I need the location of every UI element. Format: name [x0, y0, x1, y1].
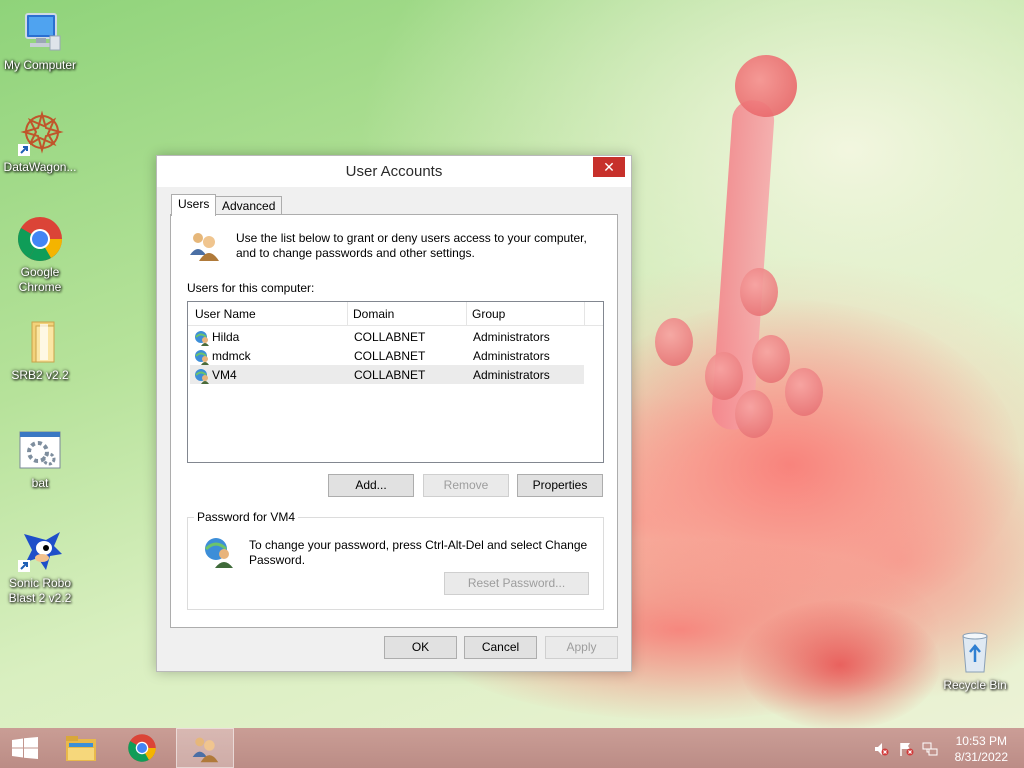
recycle-bin-icon [951, 628, 999, 676]
desktop-icon-recycle-bin[interactable]: Recycle Bin [935, 628, 1015, 693]
wallpaper-anther [655, 318, 693, 366]
dialog-title: User Accounts [345, 163, 443, 180]
password-group-legend: Password for VM4 [194, 510, 299, 524]
volume-muted-icon[interactable] [873, 741, 889, 757]
wallpaper-stigma [735, 55, 797, 117]
column-separator[interactable] [347, 302, 348, 326]
properties-button[interactable]: Properties [517, 474, 603, 497]
column-separator[interactable] [466, 302, 467, 326]
user-icon [194, 349, 210, 365]
column-separator[interactable] [584, 302, 585, 326]
tab-users[interactable]: Users [171, 194, 217, 216]
intro-text: Use the list below to grant or deny user… [236, 231, 587, 260]
desktop-icon-google-chrome[interactable]: Google Chrome [0, 215, 80, 295]
datawagon-icon [16, 110, 64, 158]
taskbar-clock[interactable]: 10:53 PM 8/31/2022 [955, 733, 1008, 765]
desktop-icon-bat[interactable]: bat [0, 426, 80, 491]
batch-file-icon [16, 426, 64, 474]
desktop-icon-label: Recycle Bin [943, 678, 1007, 692]
users-tab-panel: Use the list below to grant or deny user… [170, 214, 618, 628]
cell-group: Administrators [473, 330, 550, 344]
close-button[interactable]: ✕ [593, 157, 625, 177]
cell-group: Administrators [473, 349, 550, 363]
user-icon [194, 368, 210, 384]
password-help-text: To change your password, press Ctrl-Alt-… [249, 538, 588, 567]
users-list-header: User Name Domain Group [188, 302, 603, 326]
windows-start-icon [12, 737, 38, 762]
clock-time: 10:53 PM [955, 734, 1007, 748]
computer-icon [16, 8, 64, 56]
column-header-domain[interactable]: Domain [353, 307, 394, 321]
desktop-icon-label: bat [31, 476, 49, 490]
user-accounts-dialog: User Accounts ✕ Users Advanced Use the l… [156, 155, 632, 672]
table-row-selected[interactable]: VM4 COLLABNET Administrators [190, 365, 584, 384]
desktop-icon-label: Sonic Robo Blast 2 v2.2 [8, 576, 72, 605]
action-center-flag-icon[interactable] [898, 741, 914, 757]
chrome-icon [16, 215, 64, 263]
cancel-button[interactable]: Cancel [464, 636, 537, 659]
apply-button[interactable]: Apply [545, 636, 618, 659]
taskbar-file-explorer[interactable] [52, 728, 110, 768]
column-header-group[interactable]: Group [472, 307, 505, 321]
users-list-label: Users for this computer: [187, 281, 315, 295]
cell-user-name: Hilda [212, 330, 240, 344]
desktop-icon-sonic-robo-blast[interactable]: Sonic Robo Blast 2 v2.2 [0, 526, 80, 606]
file-explorer-icon [65, 734, 97, 765]
table-row[interactable]: Hilda COLLABNET Administrators [190, 327, 584, 346]
user-key-icon [202, 536, 234, 568]
start-button[interactable] [0, 728, 58, 768]
user-accounts-icon [190, 734, 220, 767]
cell-domain: COLLABNET [354, 368, 426, 382]
clock-date: 8/31/2022 [954, 750, 1008, 764]
close-icon: ✕ [603, 159, 615, 175]
cell-group: Administrators [473, 368, 550, 382]
users-list[interactable]: User Name Domain Group Hilda COLLABNET A… [187, 301, 604, 463]
network-icon[interactable] [922, 741, 938, 757]
wallpaper-anther [740, 268, 778, 316]
add-button[interactable]: Add... [328, 474, 414, 497]
desktop-icon-my-computer[interactable]: My Computer [0, 8, 80, 73]
desktop-icon-label: SRB2 v2.2 [11, 368, 69, 382]
users-group-icon [187, 229, 221, 263]
cell-user-name: VM4 [212, 368, 237, 382]
cell-domain: COLLABNET [354, 349, 426, 363]
desktop-icon-label: DataWagon... [3, 160, 77, 174]
column-header-user-name[interactable]: User Name [195, 307, 256, 321]
ok-button[interactable]: OK [384, 636, 457, 659]
remove-button[interactable]: Remove [423, 474, 509, 497]
password-groupbox: Password for VM4 To change your password… [187, 510, 604, 610]
desktop-icon-label: Google Chrome [18, 265, 62, 294]
chrome-icon [127, 733, 157, 766]
user-icon [194, 330, 210, 346]
sonic-icon [16, 526, 64, 574]
cell-user-name: mdmck [212, 349, 251, 363]
tab-advanced[interactable]: Advanced [215, 196, 283, 216]
wallpaper-petal [740, 600, 940, 730]
desktop-icon-datawagon[interactable]: DataWagon... [0, 110, 80, 175]
dialog-titlebar[interactable]: User Accounts ✕ [157, 156, 631, 187]
desktop-icon-label: My Computer [3, 58, 77, 72]
wallpaper-anther [752, 335, 790, 383]
reset-password-button[interactable]: Reset Password... [444, 572, 589, 595]
taskbar: 10:53 PM 8/31/2022 [0, 728, 1024, 768]
wallpaper-anther [705, 352, 743, 400]
cell-domain: COLLABNET [354, 330, 426, 344]
desktop-icon-srb2[interactable]: SRB2 v2.2 [0, 318, 80, 383]
table-row[interactable]: mdmck COLLABNET Administrators [190, 346, 584, 365]
taskbar-chrome[interactable] [114, 728, 172, 768]
folder-icon [16, 318, 64, 366]
wallpaper-anther [785, 368, 823, 416]
wallpaper-anther [735, 390, 773, 438]
taskbar-user-accounts[interactable] [176, 728, 234, 768]
